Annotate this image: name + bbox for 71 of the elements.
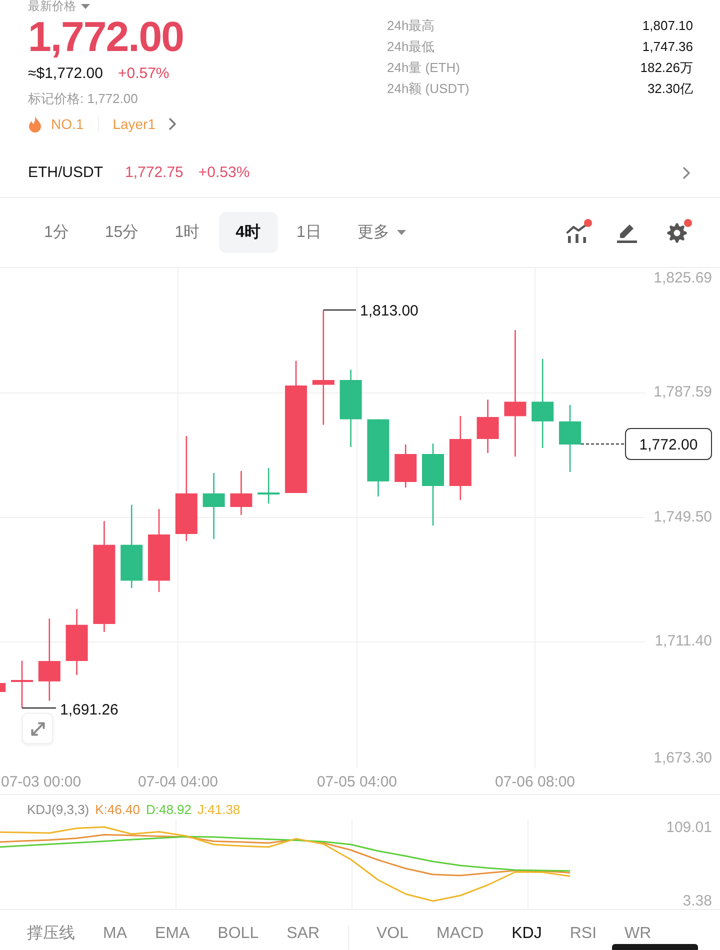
indicator-tab[interactable]: RSI [570, 925, 597, 943]
indicator-reading: J:41.38 [198, 802, 240, 819]
indicator-title: KDJ(9,3,3) [27, 802, 90, 819]
caret-icon [397, 230, 406, 235]
timeframe-tab[interactable]: 1分 [27, 212, 86, 253]
price-change: +0.57% [118, 64, 170, 84]
axis-label: 1,711.40 [654, 632, 712, 650]
stat-label: 24h量 (ETH) [387, 59, 460, 77]
timeframe-tab[interactable]: 1时 [158, 212, 217, 253]
pair-change: +0.53% [198, 163, 250, 183]
axis-label: 1,825.69 [654, 270, 712, 286]
settings-icon [667, 222, 687, 242]
candle [202, 473, 225, 539]
expand-button[interactable] [22, 713, 53, 744]
rank-tag[interactable]: NO.1 [28, 115, 84, 133]
more-dropdown[interactable]: 更多 [340, 212, 424, 253]
axis-label: 07-03 00:00 [1, 774, 82, 790]
indicator-reading: K:46.40 [95, 802, 140, 819]
axis-label: 109.01 [666, 819, 712, 836]
high-price-label: 1,813.00 [360, 302, 418, 320]
chart-icon [566, 222, 588, 242]
chevron-icon [168, 118, 176, 130]
candle [0, 683, 6, 692]
candle [394, 444, 417, 488]
stat-label: 24h最低 [387, 38, 435, 56]
timeframe-tab[interactable]: 1日 [280, 212, 338, 253]
candle [230, 471, 252, 515]
axis-label: 1,749.50 [654, 508, 712, 526]
low-price-label: 1,691.26 [60, 702, 118, 718]
candle [476, 400, 499, 453]
timeframe-tab[interactable]: 4时 [218, 212, 278, 253]
indicator-tab[interactable]: SAR [286, 925, 320, 943]
candle [66, 609, 88, 675]
indicator-tab[interactable]: VOL [376, 925, 409, 943]
last-price: 1,772.00 [28, 15, 184, 59]
caret-icon [81, 4, 90, 9]
indicator-tab[interactable]: MA [103, 925, 127, 943]
indicator-tab[interactable]: WR [624, 925, 652, 943]
indicator-tab[interactable]: BOLL [218, 925, 259, 943]
candle [559, 405, 581, 472]
mark-price: 标记价格: 1,772.00 [28, 90, 138, 108]
stat-label: 24h额 (USDT) [387, 80, 470, 98]
indicator-tab[interactable]: EMA [155, 925, 190, 943]
pair-price: 1,772.75 [125, 163, 184, 183]
expand-icon [30, 722, 44, 736]
indicator-tab[interactable]: 撑压线 [27, 925, 75, 943]
stat-label: 24h最高 [387, 17, 435, 35]
indicator-tab[interactable]: KDJ [512, 925, 542, 943]
axis-label: 07-06 08:00 [494, 774, 576, 790]
axis-label: 07-05 04:00 [316, 774, 398, 790]
axis-label: 3.38 [682, 892, 712, 909]
axis-label: 1,673.30 [654, 750, 712, 766]
flame-icon [28, 116, 42, 132]
axis-label: 07-04 04:00 [138, 774, 218, 790]
candle [258, 468, 280, 504]
timeframe-tab[interactable]: 15分 [88, 212, 156, 253]
pencil-icon [616, 222, 638, 242]
indicator-reading: D:48.92 [146, 802, 192, 819]
usd-price: ≈$1,772.00 [28, 64, 103, 84]
axis-label: 1,787.59 [654, 384, 712, 400]
price-type-selector[interactable]: 最新价格 [28, 0, 90, 13]
candle [11, 660, 33, 708]
pair-name: ETH/USDT [28, 163, 103, 183]
last-price-label: 1,772.00 [625, 428, 712, 460]
stat-value: 182.26万 [640, 59, 693, 77]
indicator-tab[interactable]: MACD [436, 925, 484, 943]
chevron-icon [683, 167, 690, 179]
stat-value: 1,747.36 [642, 38, 693, 56]
stat-value: 32.30亿 [647, 80, 693, 98]
sector-tag[interactable]: Layer1 [112, 115, 176, 133]
stat-value: 1,807.10 [642, 17, 693, 35]
